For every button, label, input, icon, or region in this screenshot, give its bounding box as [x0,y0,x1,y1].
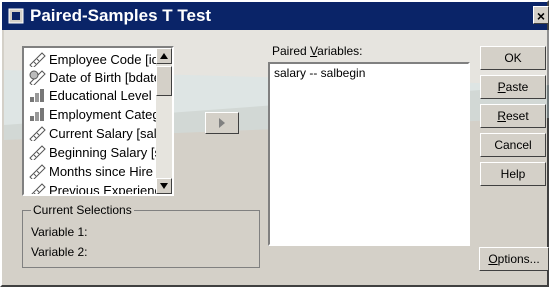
list-item[interactable]: Months since Hire [ [28,162,160,182]
vertical-scrollbar[interactable] [156,48,172,194]
list-item[interactable]: Current Salary [sala [28,124,164,144]
date-variable-icon [29,70,46,85]
current-selections-group: Current Selections Variable 1: Variable … [22,203,260,268]
list-item[interactable]: Previous Experienc [28,181,161,194]
ordinal-variable-icon [30,89,44,102]
arrow-right-icon [219,118,225,128]
current-selections-title: Current Selections [31,203,134,217]
variable1-label: Variable 1: [31,225,88,239]
scroll-down-button[interactable] [156,178,172,194]
help-button[interactable]: Help [480,162,546,186]
ordinal-variable-icon [30,108,44,121]
source-variable-list[interactable]: Employee Code [id] Date of Birth [bdate … [22,46,174,196]
close-icon: × [536,8,546,24]
paired-variables-label: Paired Variables: [272,44,363,58]
options-button[interactable]: Options... [479,247,549,271]
list-item[interactable]: Date of Birth [bdate [28,68,161,88]
scroll-up-button[interactable] [156,48,172,64]
paste-button[interactable]: Paste [480,75,546,99]
paired-variables-list[interactable]: salary -- salbegin [268,62,470,246]
scale-variable-icon [29,145,46,160]
list-item[interactable]: Educational Level ( [28,86,160,106]
list-item[interactable]: salary -- salbegin [274,66,365,80]
list-item[interactable]: Employment Catego [28,105,167,125]
triangle-up-icon [160,53,168,59]
move-variable-button[interactable] [205,112,239,134]
window-title: Paired-Samples T Test [30,6,212,25]
triangle-down-icon [160,183,168,189]
close-button[interactable]: × [533,6,549,24]
title-bar[interactable]: Paired-Samples T Test × [2,2,549,30]
variable2-label: Variable 2: [31,245,88,259]
window-icon [8,8,24,24]
ok-button[interactable]: OK [480,46,546,70]
scale-variable-icon [29,52,46,67]
list-item[interactable]: Employee Code [id] [28,50,162,70]
paired-samples-dialog: Paired-Samples T Test × Employee Code [i… [0,0,549,287]
reset-button[interactable]: Reset [480,104,546,128]
scale-variable-icon [31,183,46,194]
scroll-thumb[interactable] [156,66,172,96]
cancel-button[interactable]: Cancel [480,133,546,157]
scale-variable-icon [29,164,46,179]
list-item[interactable]: Beginning Salary [s [28,143,161,163]
scale-variable-icon [29,126,46,141]
